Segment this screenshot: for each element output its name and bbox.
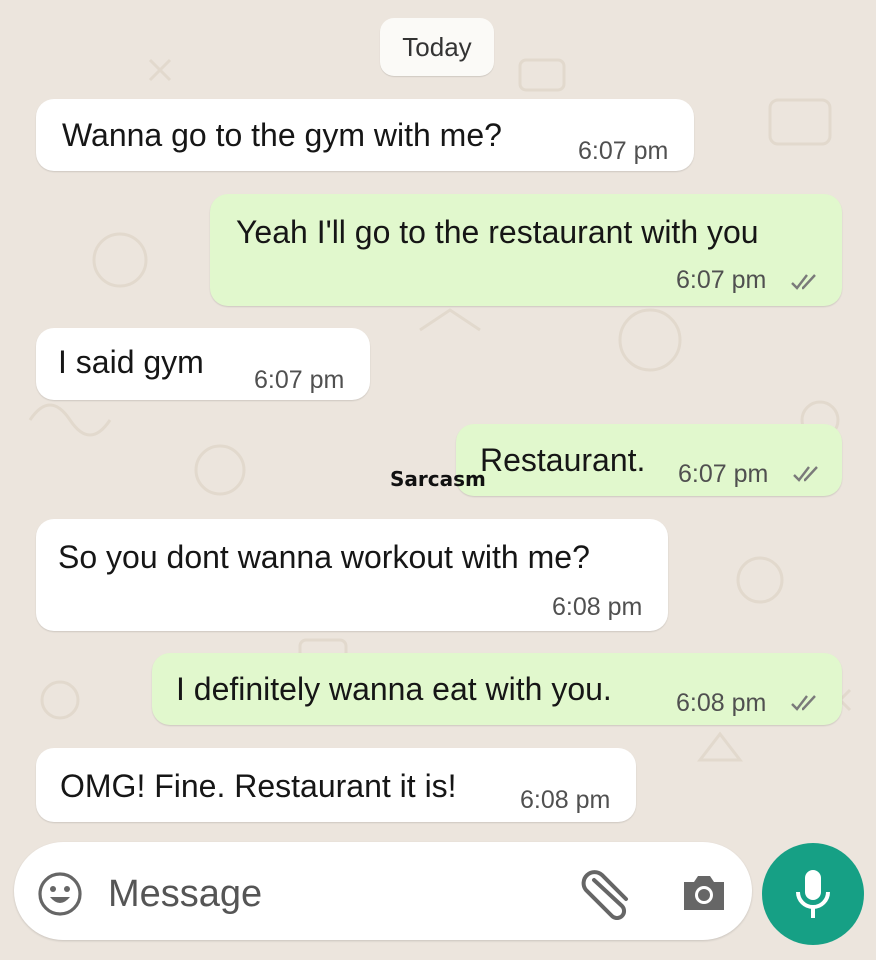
message-text: I definitely wanna eat with you. [176, 671, 612, 707]
message-time: 6:07 pm [254, 366, 345, 394]
message-bubble-incoming[interactable]: Wanna go to the gym with me? 6:07 pm [36, 99, 694, 171]
message-text: OMG! Fine. Restaurant it is! [60, 768, 457, 804]
message-time: 6:07 pm [678, 460, 769, 488]
message-text: So you dont wanna workout with me? [58, 539, 590, 575]
message-bubble-outgoing[interactable]: I definitely wanna eat with you. 6:08 pm [152, 653, 842, 725]
microphone-icon [796, 870, 830, 918]
message-time: 6:08 pm [676, 689, 767, 717]
message-time: 6:08 pm [552, 593, 643, 621]
read-ticks-icon [793, 466, 818, 482]
message-bubble-incoming[interactable]: So you dont wanna workout with me? 6:08 … [36, 519, 668, 631]
message-text: Restaurant. [480, 442, 646, 478]
date-divider: Today [380, 18, 494, 76]
message-bubble-incoming[interactable]: OMG! Fine. Restaurant it is! 6:08 pm [36, 748, 636, 822]
message-time: 6:07 pm [578, 137, 669, 165]
message-bubble-incoming[interactable]: I said gym 6:07 pm [36, 328, 370, 400]
message-text: Wanna go to the gym with me? [62, 117, 502, 153]
message-time: 6:08 pm [520, 786, 611, 814]
read-ticks-icon [791, 695, 816, 711]
attach-icon[interactable] [578, 868, 634, 920]
message-bubble-outgoing[interactable]: Restaurant. 6:07 pm [456, 424, 842, 496]
emoji-icon[interactable] [36, 870, 84, 918]
message-bubble-outgoing[interactable]: Yeah I'll go to the restaurant with you … [210, 194, 842, 306]
message-input-placeholder[interactable]: Message [108, 873, 262, 916]
message-text: I said gym [58, 344, 204, 380]
message-time: 6:07 pm [676, 266, 767, 294]
voice-message-button[interactable] [762, 843, 864, 945]
message-text: Yeah I'll go to the restaurant with you [236, 214, 759, 250]
date-label: Today [402, 31, 472, 62]
read-ticks-icon [791, 274, 816, 290]
watermark: Sarcasm [390, 467, 486, 491]
camera-icon[interactable] [680, 868, 728, 916]
